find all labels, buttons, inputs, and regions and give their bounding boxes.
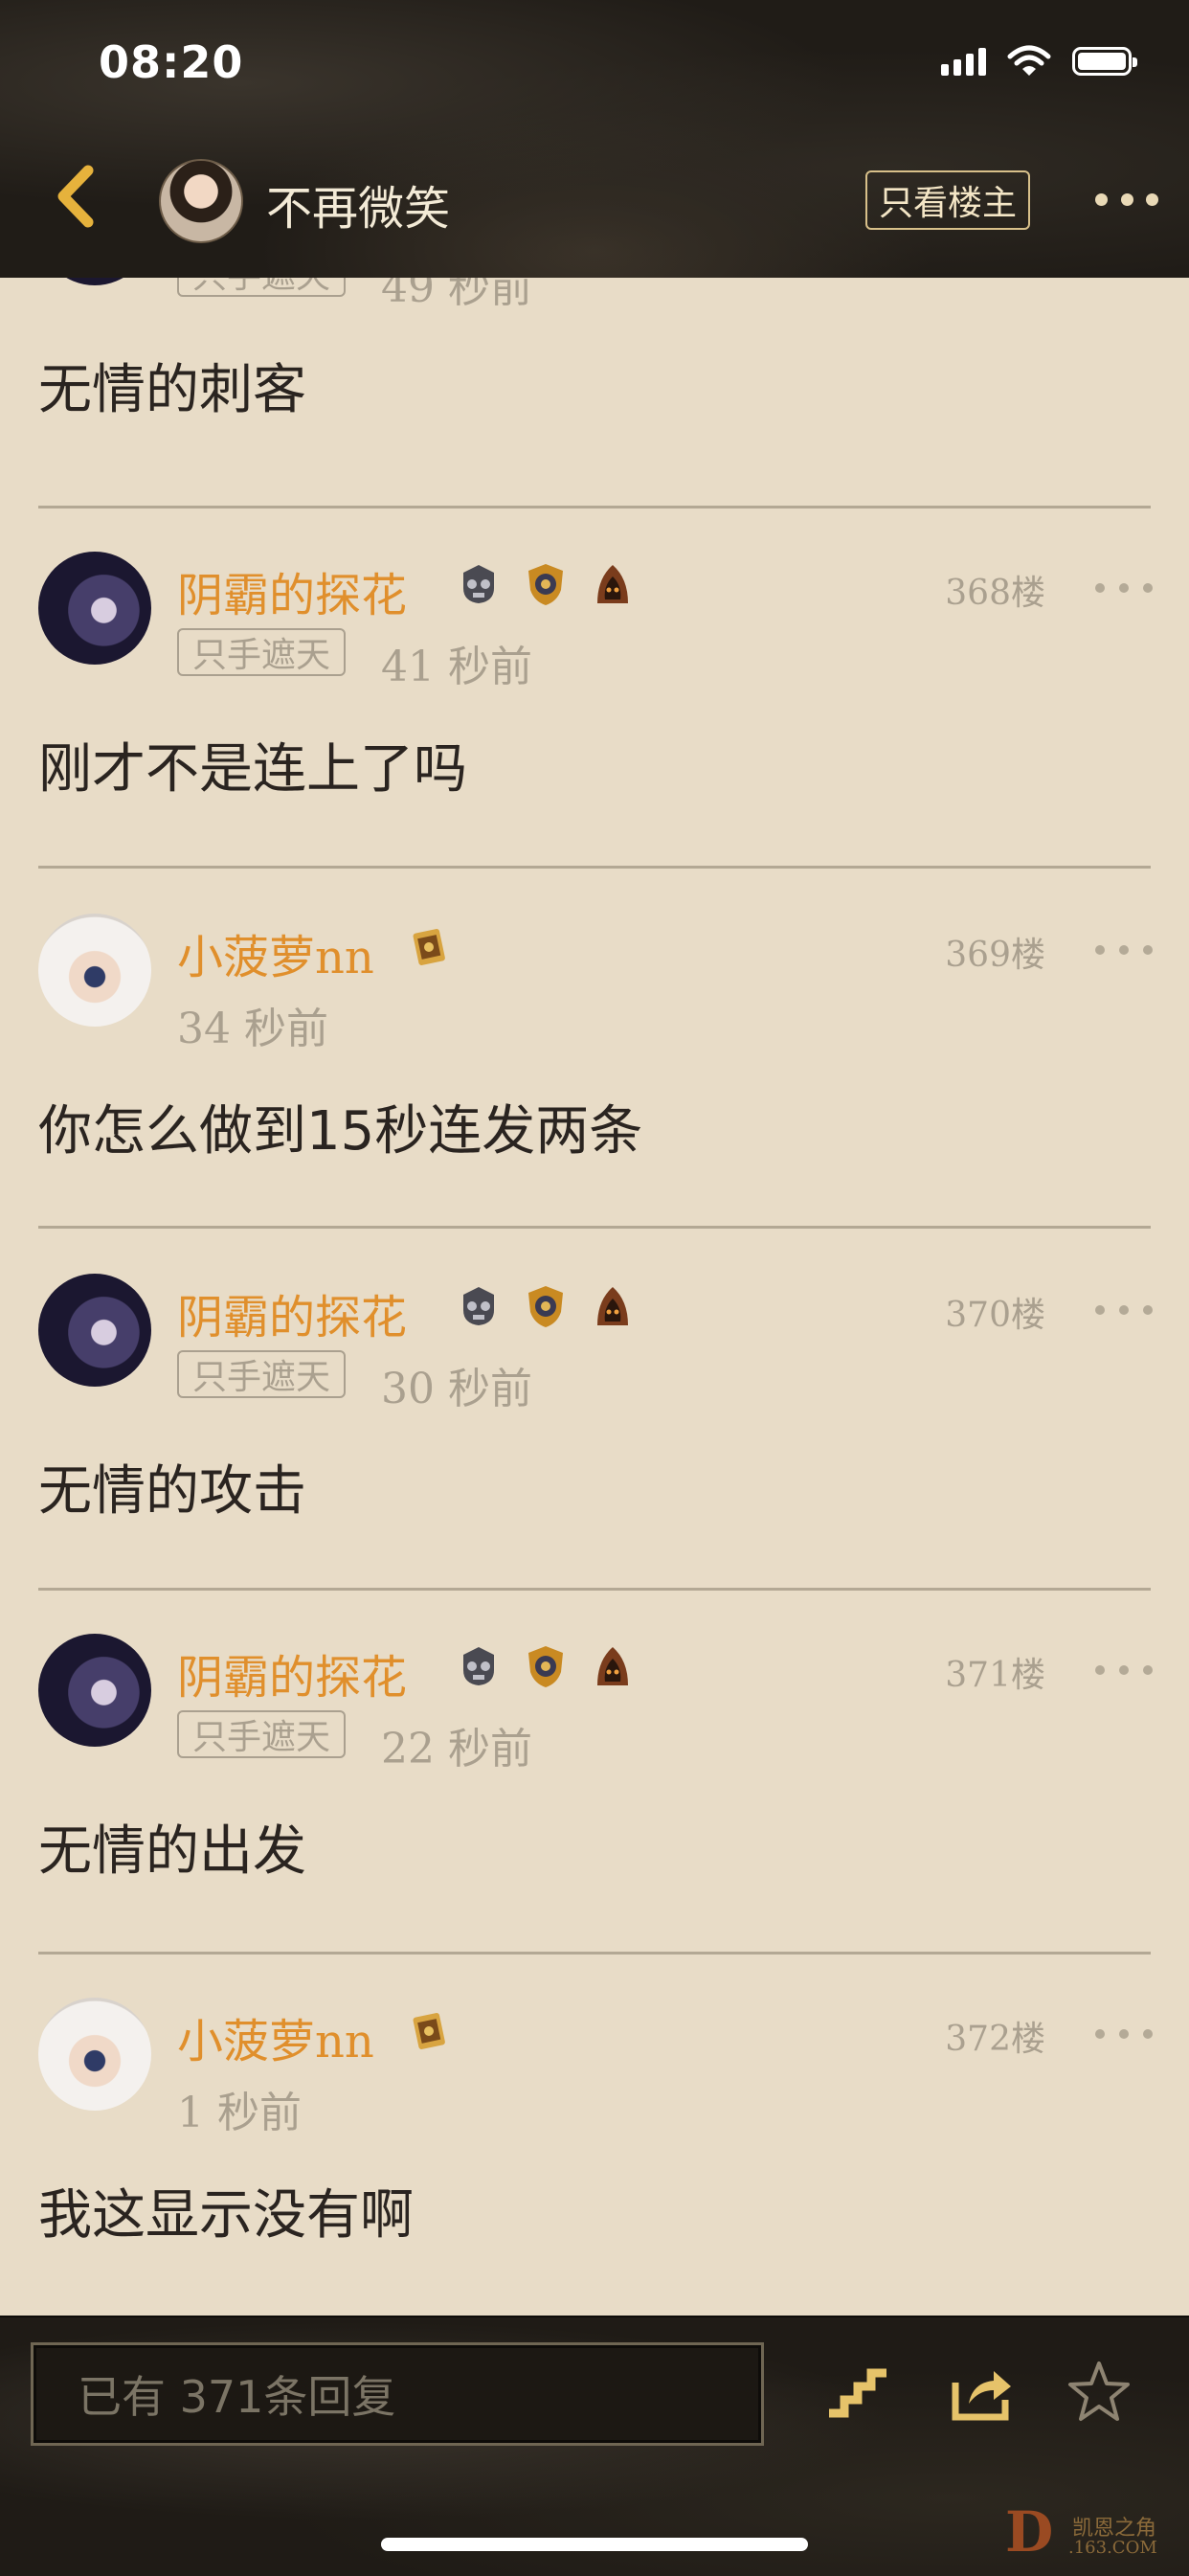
hood-badge-icon <box>597 1287 628 1325</box>
shield-badge-icon <box>528 1646 563 1687</box>
only-view-op-button[interactable]: 只看楼主 <box>865 170 1030 230</box>
hood-badge-icon <box>597 565 628 603</box>
top-header: 08:20 不再微笑 只看楼主 <box>0 0 1189 278</box>
skull-badge-icon <box>463 1287 494 1325</box>
user-title-tag: 只手遮天 <box>177 1710 347 1758</box>
post-more-icon[interactable] <box>1095 1661 1153 1680</box>
status-icons <box>941 42 1137 80</box>
hood-badge-icon <box>597 1647 628 1685</box>
skull-badge-icon <box>463 565 494 603</box>
reply-text: 你怎么做到15秒连发两条 <box>38 1100 643 1163</box>
share-icon[interactable] <box>948 2358 1017 2427</box>
divider <box>38 866 1151 869</box>
reply-avatar[interactable] <box>38 1634 151 1747</box>
reply-time: 30 秒前 <box>381 1365 532 1413</box>
post-more-icon[interactable] <box>1095 2024 1153 2044</box>
home-indicator[interactable] <box>381 2538 808 2551</box>
reply-text: 无情的攻击 <box>38 1460 306 1523</box>
divider <box>38 506 1151 508</box>
post-more-icon[interactable] <box>1095 578 1153 598</box>
reply-avatar[interactable] <box>38 552 151 665</box>
floor-number: 372楼 <box>945 2020 1045 2059</box>
cellular-signal-icon <box>941 47 986 76</box>
wifi-icon <box>1007 45 1051 76</box>
divider <box>38 1952 1151 1955</box>
more-options-icon[interactable] <box>1095 180 1158 218</box>
user-title-tag: 只手遮天 <box>177 1350 347 1398</box>
user-badges <box>456 1283 636 1329</box>
reply-text: 无情的出发 <box>38 1820 306 1883</box>
reply-avatar[interactable] <box>38 278 151 285</box>
thread-author-avatar[interactable] <box>159 159 243 243</box>
status-time: 08:20 <box>99 36 244 88</box>
star-icon[interactable] <box>1065 2358 1133 2427</box>
reply-input[interactable]: 已有 371条回复 <box>31 2342 764 2446</box>
reply-username[interactable]: 阴霸的探花 <box>177 1279 407 1346</box>
reply-time: 1 秒前 <box>177 2089 302 2137</box>
stairs-icon[interactable] <box>823 2358 892 2427</box>
reply-username[interactable]: 阴霸的探花 <box>177 557 407 624</box>
floor-number: 368楼 <box>945 574 1045 613</box>
reply-avatar[interactable] <box>38 1274 151 1387</box>
skull-badge-icon <box>463 1647 494 1685</box>
shield-badge-icon <box>528 1286 563 1327</box>
floor-number: 370楼 <box>945 1296 1045 1335</box>
reply-avatar[interactable] <box>38 914 151 1027</box>
scroll-badge-icon <box>413 928 445 965</box>
reply-username[interactable]: 小菠萝nn <box>177 2003 374 2070</box>
scroll-badge-icon <box>413 2012 445 2049</box>
reply-avatar[interactable] <box>38 1998 151 2111</box>
user-badges <box>406 2007 452 2053</box>
user-badges <box>456 561 636 607</box>
reply-time: 22 秒前 <box>381 1725 532 1774</box>
battery-icon <box>1072 47 1137 76</box>
floor-number: 369楼 <box>945 936 1045 975</box>
watermark-line2: .163.COM <box>1068 2538 1157 2558</box>
watermark-mark: D <box>1005 2499 1054 2565</box>
post-more-icon[interactable] <box>1095 1300 1153 1320</box>
divider <box>38 1588 1151 1591</box>
divider <box>38 1226 1151 1229</box>
reply-username[interactable]: 小菠萝nn <box>177 919 374 986</box>
reply-list: 只手遮天 49 秒前 无情的刺客 阴霸的探花 368楼 只手遮天 41 秒前 刚… <box>0 278 1189 2316</box>
reply-text: 刚才不是连上了吗 <box>38 738 467 801</box>
back-arrow-icon[interactable] <box>50 163 107 230</box>
reply-text: 无情的刺客 <box>38 359 306 421</box>
reply-text: 我这显示没有啊 <box>38 2184 414 2247</box>
thread-author-name[interactable]: 不再微笑 <box>266 170 450 237</box>
user-badges <box>456 1643 636 1689</box>
user-title-tag: 只手遮天 <box>177 278 347 297</box>
bottom-action-bar: 已有 371条回复 D 凯恩之角 .163.COM <box>0 2316 1189 2576</box>
shield-badge-icon <box>528 564 563 605</box>
user-badges <box>406 923 452 969</box>
reply-time: 49 秒前 <box>381 278 532 312</box>
reply-time: 34 秒前 <box>177 1005 328 1053</box>
post-more-icon[interactable] <box>1095 940 1153 960</box>
floor-number: 371楼 <box>945 1656 1045 1695</box>
reply-time: 41 秒前 <box>381 643 532 691</box>
user-title-tag: 只手遮天 <box>177 628 347 676</box>
reply-username[interactable]: 阴霸的探花 <box>177 1639 407 1706</box>
